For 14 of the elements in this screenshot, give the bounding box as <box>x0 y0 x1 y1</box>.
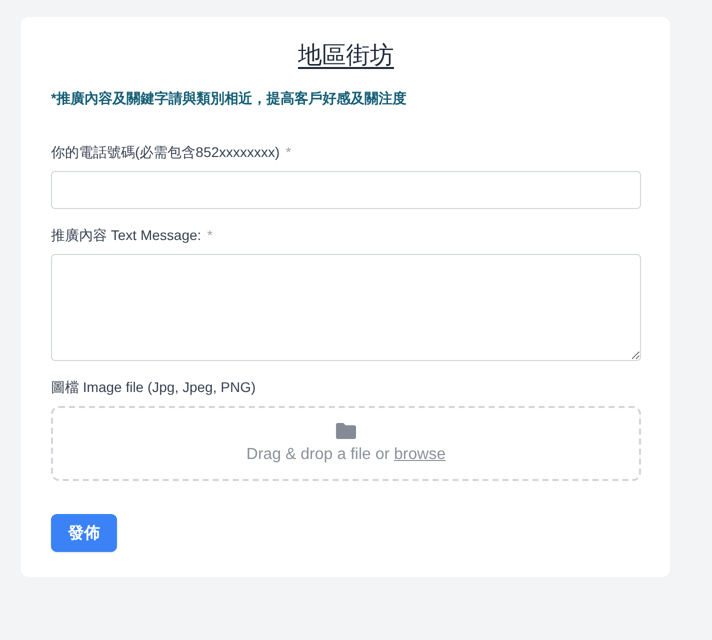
dropzone-text: Drag & drop a file or browse <box>246 445 446 465</box>
field-label: 推廣內容 Text Message: <box>51 226 202 245</box>
notice-text: *推廣內容及關鍵字請與類別相近，提高客戶好感及關注度 <box>51 89 408 108</box>
file-dropzone[interactable]: Drag & drop a file or browse <box>51 406 641 481</box>
message-textarea[interactable] <box>51 254 641 361</box>
field-label: 圖檔 Image file (Jpg, Jpeg, PNG) <box>51 378 256 397</box>
phone-input-field[interactable] <box>51 171 641 209</box>
form-title: 地區街坊 <box>297 41 395 71</box>
submit-button[interactable]: 發佈 <box>51 514 117 552</box>
required-mark: * <box>207 226 213 245</box>
field-label: 你的電話號碼(必需包含852xxxxxxxx) <box>51 143 280 162</box>
required-mark: * <box>286 143 292 162</box>
folder-icon <box>336 423 356 439</box>
browse-link[interactable]: browse <box>394 446 446 463</box>
